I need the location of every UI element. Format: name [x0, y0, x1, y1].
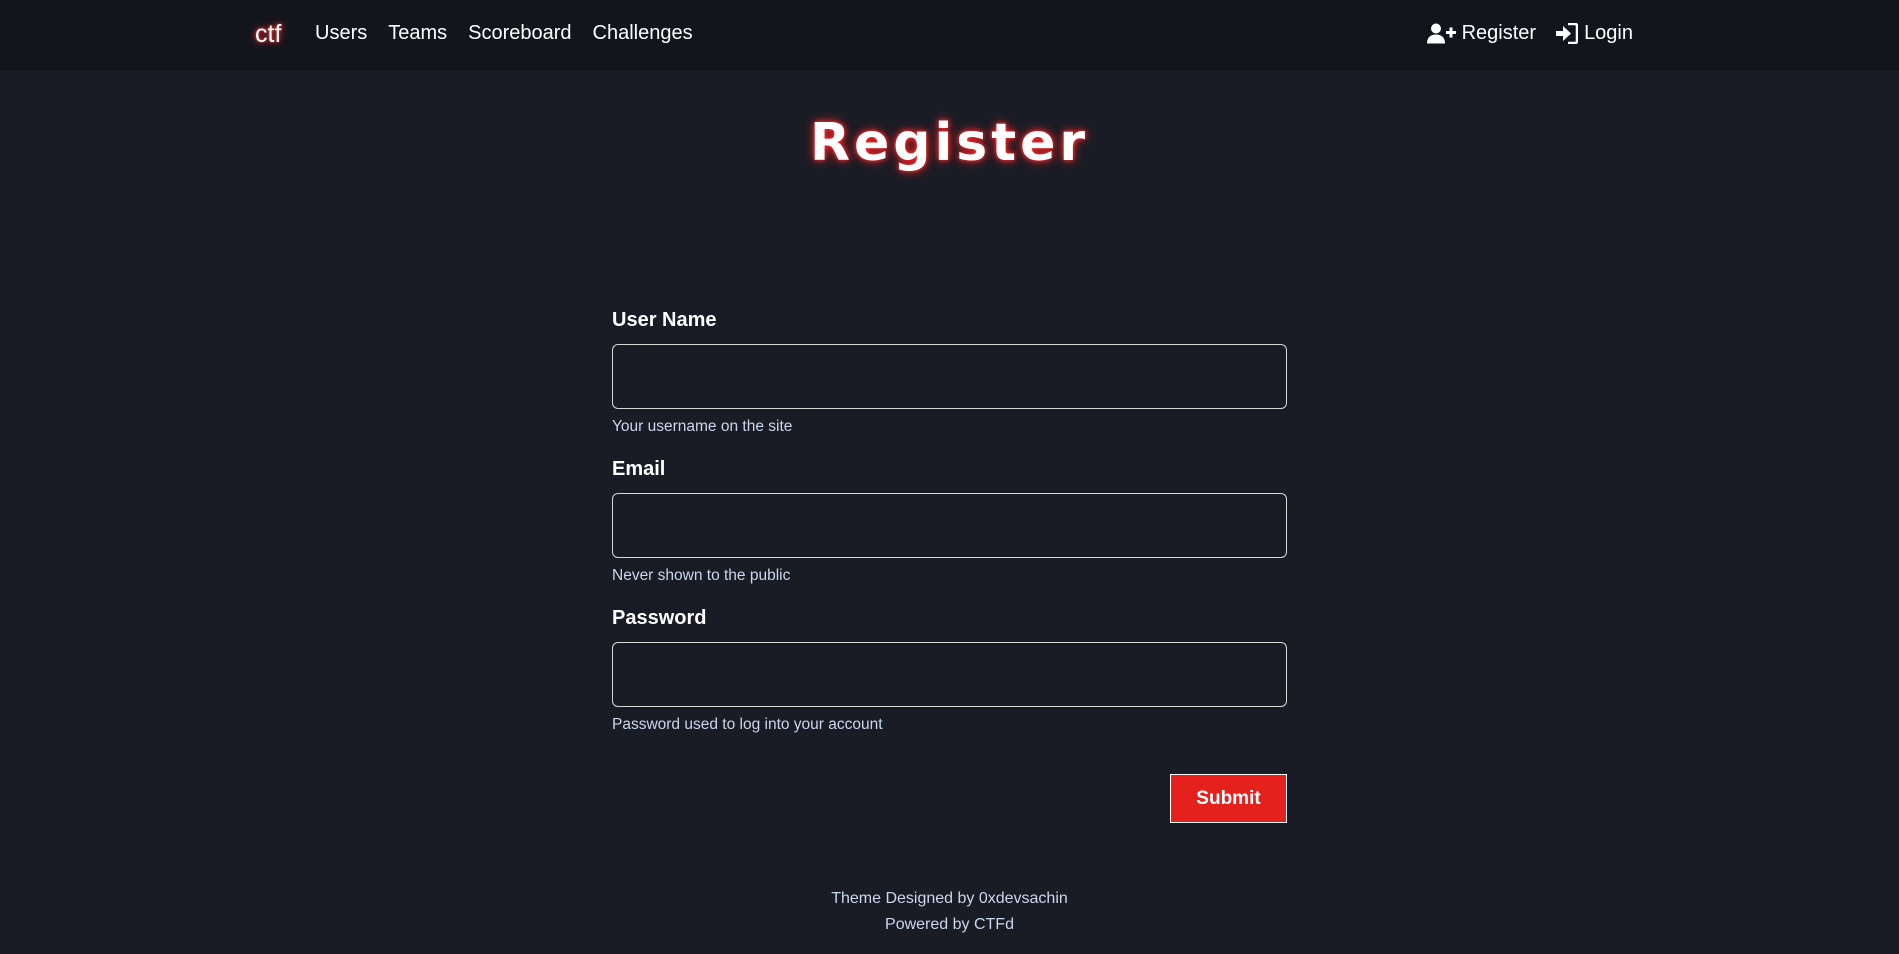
nav-link-users[interactable]: Users — [315, 22, 367, 45]
email-label: Email — [612, 458, 666, 480]
email-input[interactable] — [612, 493, 1287, 558]
nav-link-teams[interactable]: Teams — [388, 22, 447, 45]
password-field-group: Password Password used to log into your … — [612, 607, 1287, 734]
username-label: User Name — [612, 309, 717, 331]
nav-link-scoreboard[interactable]: Scoreboard — [468, 22, 571, 45]
submit-button[interactable]: Submit — [1170, 774, 1287, 823]
page-title: Register — [809, 113, 1090, 173]
email-help-text: Never shown to the public — [612, 567, 791, 584]
username-field-group: User Name Your username on the site — [612, 309, 1287, 436]
submit-row: Submit — [612, 774, 1287, 824]
register-form: User Name Your username on the site Emai… — [612, 309, 1287, 824]
password-help-text: Password used to log into your account — [612, 716, 883, 733]
nav-right-links: Register Login — [1426, 22, 1633, 45]
nav-link-challenges[interactable]: Challenges — [593, 22, 693, 45]
powered-by-link[interactable]: Powered by CTFd — [885, 916, 1014, 933]
footer: Theme Designed by 0xdevsachin Powered by… — [0, 886, 1899, 938]
password-input[interactable] — [612, 642, 1287, 707]
nav-register-link[interactable]: Register — [1426, 22, 1537, 45]
password-label: Password — [612, 607, 707, 629]
sign-in-icon — [1556, 23, 1579, 44]
nav-login-link[interactable]: Login — [1556, 22, 1633, 45]
navbar: ctf Users Teams Scoreboard Challenges Re… — [0, 0, 1899, 70]
nav-register-label: Register — [1461, 22, 1537, 44]
email-field-group: Email Never shown to the public — [612, 458, 1287, 585]
user-plus-icon — [1426, 23, 1456, 44]
username-help-text: Your username on the site — [612, 418, 793, 435]
brand-logo[interactable]: ctf — [255, 20, 281, 49]
nav-login-label: Login — [1584, 22, 1633, 44]
nav-left-links: Users Teams Scoreboard Challenges — [315, 22, 693, 45]
theme-credit-link[interactable]: Theme Designed by 0xdevsachin — [831, 890, 1068, 907]
username-input[interactable] — [612, 344, 1287, 409]
